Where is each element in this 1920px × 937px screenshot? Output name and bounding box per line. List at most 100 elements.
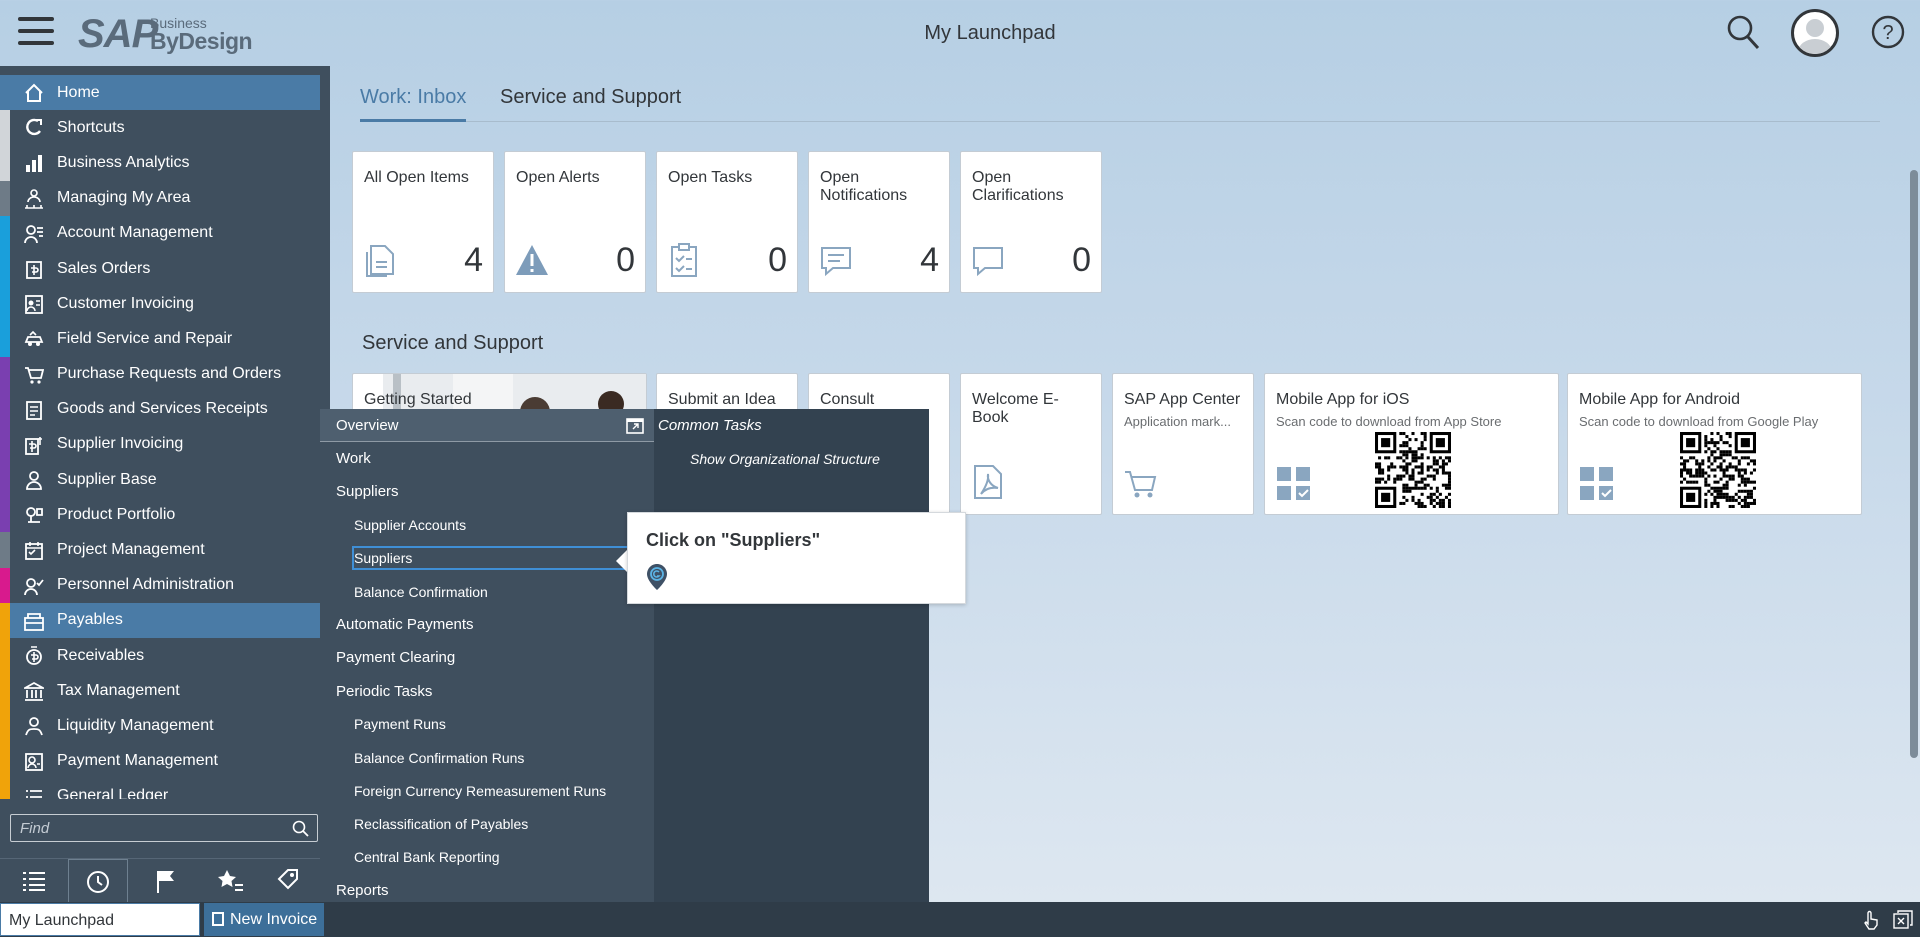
payables-icon xyxy=(24,612,44,631)
category-stripe xyxy=(0,180,10,216)
sidebar-item-sales-orders[interactable]: Sales Orders xyxy=(0,250,330,287)
category-stripe xyxy=(0,497,10,533)
sidebar-item-receivables[interactable]: Receivables xyxy=(0,638,330,674)
flyout-item-foreign-currency-remeasurement-runs[interactable]: Foreign Currency Remeasurement Runs xyxy=(320,774,654,807)
category-stripe xyxy=(0,743,10,779)
sidebar-item-field-service-and-repair[interactable]: Field Service and Repair xyxy=(0,321,330,357)
user-avatar[interactable] xyxy=(1791,9,1839,57)
tile-open-clarifications[interactable]: Open Clarifications 0 xyxy=(960,151,1102,293)
flyout-item-label: Suppliers xyxy=(336,483,399,501)
liquidity-icon xyxy=(25,717,43,736)
category-stripe xyxy=(0,286,10,322)
category-stripe xyxy=(0,462,10,498)
sidebar-item-payment-management[interactable]: Payment Management xyxy=(0,743,330,779)
category-stripe xyxy=(0,391,10,427)
sidebar-item-label: Goods and Services Receipts xyxy=(57,400,268,418)
category-stripe xyxy=(0,250,10,287)
tile-mobile-android[interactable]: Mobile App for Android Scan code to down… xyxy=(1567,373,1862,515)
category-stripe xyxy=(0,75,10,111)
page-scrollbar[interactable] xyxy=(1910,170,1918,758)
tooltip-arrow xyxy=(616,550,627,572)
alert-icon xyxy=(516,245,548,275)
sidebar-item-general-ledger[interactable]: General Ledger xyxy=(0,778,330,799)
category-stripe xyxy=(0,567,10,603)
flyout-item-central-bank-reporting[interactable]: Central Bank Reporting xyxy=(320,841,654,874)
tab-service-support[interactable]: Service and Support xyxy=(500,86,681,122)
common-tasks-title: Common Tasks xyxy=(658,417,762,434)
find-input[interactable] xyxy=(11,815,281,841)
sidebar-item-label: Customer Invoicing xyxy=(57,294,194,312)
sidebar-item-purchase-requests-and-orders[interactable]: Purchase Requests and Orders xyxy=(0,356,330,392)
open-in-window-icon[interactable] xyxy=(626,416,644,434)
flyout-item-balance-confirmation-runs[interactable]: Balance Confirmation Runs xyxy=(320,741,654,774)
sidebar-item-managing-my-area[interactable]: Managing My Area xyxy=(0,180,330,216)
tag-button[interactable] xyxy=(268,859,308,903)
show-org-structure-link[interactable]: Show Organizational Structure xyxy=(690,451,880,467)
flyout-item-label: Suppliers xyxy=(352,546,636,571)
flyout-item-periodic-tasks[interactable]: Periodic Tasks xyxy=(320,675,654,708)
flyout-item-reclassification-of-payables[interactable]: Reclassification of Payables xyxy=(320,807,654,840)
flyout-item-overview[interactable]: Overview xyxy=(320,409,654,442)
sidebar-item-supplier-base[interactable]: Supplier Base xyxy=(0,462,330,498)
find-field[interactable] xyxy=(10,814,318,842)
mobile-app-icon xyxy=(1277,467,1310,500)
sidebar-item-home[interactable]: Home xyxy=(0,75,320,111)
flyout-item-label: Periodic Tasks xyxy=(336,682,433,700)
sidebar-item-business-analytics[interactable]: Business Analytics xyxy=(0,145,330,181)
tile-mobile-ios[interactable]: Mobile App for iOS Scan code to download… xyxy=(1264,373,1559,515)
location-pin-icon xyxy=(647,564,667,590)
flag-button[interactable] xyxy=(136,859,196,903)
sidebar-item-personnel-administration[interactable]: Personnel Administration xyxy=(0,567,330,603)
recent-button[interactable] xyxy=(68,859,128,903)
flyout-item-suppliers[interactable]: Suppliers xyxy=(320,475,654,508)
qr-code-ios xyxy=(1375,432,1451,508)
favorites-button[interactable] xyxy=(200,859,260,903)
touch-icon[interactable] xyxy=(1862,910,1882,930)
sidebar-item-tax-management[interactable]: Tax Management xyxy=(0,673,330,709)
sidebar-item-product-portfolio[interactable]: Product Portfolio xyxy=(0,497,330,533)
tile-all-open-items[interactable]: All Open Items 4 xyxy=(352,151,494,293)
flyout-item-payment-runs[interactable]: Payment Runs xyxy=(320,708,654,741)
supplier-invoice-icon xyxy=(25,436,42,455)
close-windows-icon[interactable] xyxy=(1893,910,1913,930)
tile-sap-app-center[interactable]: SAP App Center Application mark... xyxy=(1112,373,1254,515)
sidebar-item-liquidity-management[interactable]: Liquidity Management xyxy=(0,708,330,744)
flyout-item-balance-confirmation[interactable]: Balance Confirmation xyxy=(320,575,654,608)
sidebar-item-label: Sales Orders xyxy=(57,259,151,277)
category-stripe xyxy=(0,356,10,392)
sidebar-item-goods-and-services-receipts[interactable]: Goods and Services Receipts xyxy=(0,391,330,427)
flyout-item-work[interactable]: Work xyxy=(320,442,654,475)
search-icon[interactable] xyxy=(1726,14,1760,50)
flyout-item-automatic-payments[interactable]: Automatic Payments xyxy=(320,608,654,641)
sidebar-item-payables[interactable]: Payables xyxy=(0,602,320,638)
sidebar-item-project-management[interactable]: Project Management xyxy=(0,532,330,568)
sidebar-item-supplier-invoicing[interactable]: Supplier Invoicing xyxy=(0,426,330,463)
sidebar-item-label: Supplier Base xyxy=(57,470,157,488)
flyout-item-label: Balance Confirmation xyxy=(354,583,488,600)
sidebar-item-label: Business Analytics xyxy=(57,153,190,171)
flyout-item-suppliers[interactable]: Suppliers xyxy=(320,542,654,575)
sidebar-item-account-management[interactable]: Account Management xyxy=(0,215,330,251)
sales-order-icon xyxy=(26,261,42,279)
category-stripe xyxy=(0,602,10,638)
tab-work-inbox[interactable]: Work: Inbox xyxy=(360,86,467,122)
search-icon[interactable] xyxy=(292,820,309,837)
taskbar-new-invoice[interactable]: New Invoice xyxy=(204,903,324,936)
payment-icon xyxy=(25,752,43,771)
sidebar-item-label: Receivables xyxy=(57,646,145,664)
tile-open-notifications[interactable]: Open Notifications 4 xyxy=(808,151,950,293)
sidebar-item-label: Home xyxy=(57,83,100,101)
tile-open-tasks[interactable]: Open Tasks 0 xyxy=(656,151,798,293)
shell-header: SAP Business ByDesign My Launchpad ? xyxy=(0,0,1920,66)
flyout-item-supplier-accounts[interactable]: Supplier Accounts xyxy=(320,509,654,542)
flyout-item-payment-clearing[interactable]: Payment Clearing xyxy=(320,641,654,674)
sidebar-item-label: Liquidity Management xyxy=(57,716,214,734)
category-stripe xyxy=(0,673,10,709)
sidebar-item-shortcuts[interactable]: Shortcuts xyxy=(0,110,330,146)
list-view-button[interactable] xyxy=(4,859,64,903)
tile-welcome-ebook[interactable]: Welcome E-Book xyxy=(960,373,1102,515)
help-icon[interactable]: ? xyxy=(1870,14,1906,50)
taskbar-my-launchpad[interactable]: My Launchpad xyxy=(0,903,200,936)
sidebar-item-customer-invoicing[interactable]: Customer Invoicing xyxy=(0,286,330,322)
tile-open-alerts[interactable]: Open Alerts 0 xyxy=(504,151,646,293)
